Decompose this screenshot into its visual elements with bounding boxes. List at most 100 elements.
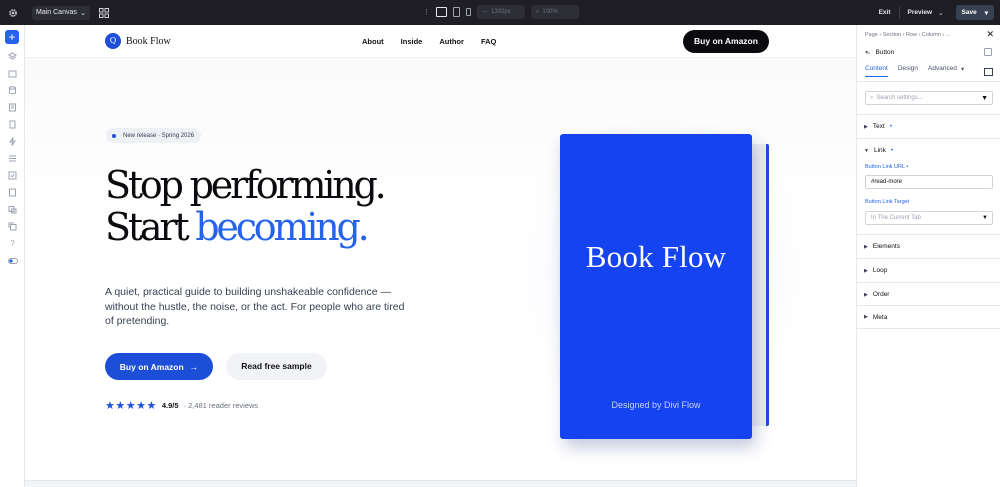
rating-score: 4.9/5 [161,401,179,410]
book-cover-subtitle: Designed by Divi Flow [611,400,701,410]
next-section-edge [25,480,856,487]
hero-headline: Stop performing. Start becoming. [105,164,387,248]
section-order[interactable]: ▶ Order [857,282,1000,306]
headline-plain: Start [105,205,196,249]
zoom-field[interactable]: ⌕ 100% [531,5,579,19]
star-rating-icon: ★★★★★ [105,400,157,412]
exit-button[interactable]: Exit [871,0,899,25]
nav-link-about[interactable]: About [362,37,384,46]
nav-link-faq[interactable]: FAQ [481,37,496,46]
grid-view-icon[interactable] [99,7,109,18]
back-arrow-icon[interactable]: ⬑ [865,49,870,57]
page-settings-icon[interactable] [0,99,25,116]
chevron-down-icon[interactable]: ▾ [961,65,964,73]
link-url-label: Button Link URL • [865,164,908,170]
section-link[interactable]: ▼ Link • [857,138,1000,162]
canvas-select-label: Main Canvas [36,9,77,16]
headline-accent: becoming. [195,205,369,249]
caret-right-icon: ▶ [864,123,868,130]
sliders-icon[interactable] [0,150,25,167]
read-sample-button[interactable]: Read free sample [226,353,327,380]
section-text-label: Text [872,123,885,130]
add-element-button[interactable]: + [5,30,19,44]
width-icon: ⇔ [482,9,488,15]
review-count: · 2,481 reader reviews [183,401,259,410]
section-text[interactable]: ▶ Text • [857,114,1000,138]
topbar-actions: Exit Preview ⌄ Save ▾ [871,0,1000,25]
more-dots-icon[interactable]: ⋮ [423,8,430,16]
section-link-label: Link [873,147,886,154]
link-url-input[interactable]: #read-more [865,175,993,189]
database-icon[interactable] [0,82,25,99]
site-header: Q Book Flow About Inside Author FAQ Buy … [25,25,856,58]
lightning-icon[interactable] [0,133,25,150]
layers-icon[interactable] [0,48,25,65]
tab-advanced[interactable]: Advanced [928,65,957,72]
phone-view-icon[interactable] [466,8,471,16]
expand-panel-icon[interactable] [984,48,992,56]
main-menu: About Inside Author FAQ [362,37,496,46]
portability-icon[interactable] [0,201,25,218]
tab-design[interactable]: Design [898,65,918,72]
save-label: Save [961,9,977,16]
link-target-value: In The Current Tab [871,215,921,221]
settings-search[interactable]: ⌕ Search settings... ▼ [865,91,993,105]
tab-content[interactable]: Content [865,65,888,77]
headline-line2: Start becoming. [105,206,384,248]
modified-dot-icon: • [906,164,909,170]
link-url-label-text: Button Link URL [865,164,905,170]
tablet-view-icon[interactable] [453,7,460,17]
element-title: Button [875,49,895,56]
caret-right-icon: ▶ [864,267,868,274]
modified-dot-icon: • [889,123,893,130]
filter-dropdown-icon[interactable]: ▼ [981,95,988,102]
breadcrumb[interactable]: Page › Section › Row › Column › ... [865,32,950,38]
nav-link-author[interactable]: Author [439,37,464,46]
panel-title: ⬑ Button [865,49,894,57]
chevron-down-icon: ⌄ [80,9,86,17]
library-icon[interactable] [0,65,25,82]
canvas-width-field[interactable]: ⇔ 1392px [477,5,525,19]
caret-down-icon: ▼ [864,147,869,154]
pages-icon[interactable] [0,116,25,133]
section-loop-label: Loop [872,267,888,274]
section-elements-label: Elements [872,243,900,250]
caret-right-icon: ▶ [864,243,868,250]
window-icon[interactable] [984,68,993,76]
section-meta-label: Meta [872,313,888,321]
panel-tabs: Content Design Advanced ▾ [857,65,1000,82]
link-target-select[interactable]: In The Current Tab ▼ [865,211,993,225]
preview-label: Preview [907,9,933,16]
toggle-icon[interactable] [0,252,25,269]
buy-on-amazon-button[interactable]: Buy on Amazon → [105,353,213,380]
badge-dot-icon [112,133,116,138]
desktop-view-icon[interactable] [436,7,447,17]
chevron-down-icon[interactable]: ▾ [985,9,988,17]
history-icon[interactable] [0,167,25,184]
arrow-right-icon: → [189,361,199,372]
section-elements[interactable]: ▶ Elements [857,234,1000,258]
section-meta[interactable]: ▶ Meta [857,305,1000,329]
preview-button[interactable]: Preview ⌄ [900,0,952,25]
buy-button-label: Buy on Amazon [119,361,184,372]
copy-icon[interactable] [0,218,25,235]
help-icon[interactable]: ? [0,235,25,252]
nav-link-inside[interactable]: Inside [401,37,423,46]
chevron-down-icon: ▼ [982,215,988,221]
hero-lead: A quiet, practical guide to building uns… [105,286,405,328]
canvas-width-value: 1392px [491,9,511,15]
header-buy-button[interactable]: Buy on Amazon [683,30,769,53]
chevron-down-icon: ⌄ [938,9,944,17]
book-cover-title: Book Flow [585,239,727,274]
release-badge: New release · Spring 2026 [106,128,202,143]
canvas-select[interactable]: Main Canvas ⌄ [32,5,90,20]
settings-gear-icon[interactable] [0,0,25,25]
site-logo[interactable]: Q Book Flow [105,33,171,49]
import-icon[interactable] [0,184,25,201]
search-placeholder: Search settings... [876,95,923,101]
section-loop[interactable]: ▶ Loop [857,258,1000,282]
settings-panel: Page › Section › Row › Column › ... ✕ ⬑ … [856,25,1000,487]
close-icon[interactable]: ✕ [986,29,994,40]
save-button[interactable]: Save ▾ [955,5,994,20]
link-target-label: Button Link Target [865,199,910,205]
